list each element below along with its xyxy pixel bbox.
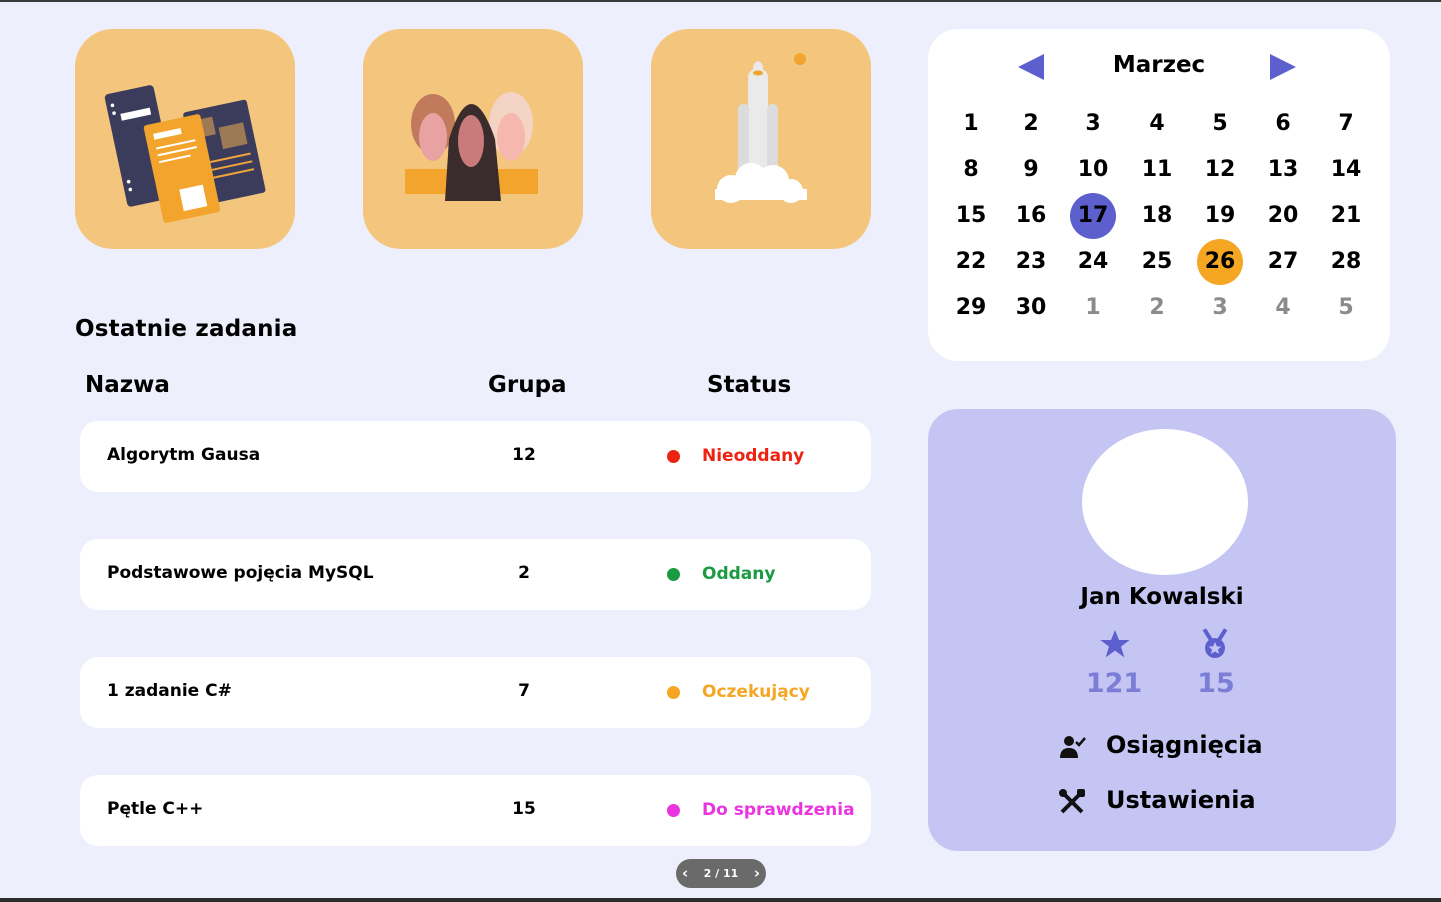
tools-icon bbox=[1059, 789, 1085, 814]
page-indicator: 2 / 11 bbox=[703, 867, 739, 880]
task-status: Nieoddany bbox=[702, 446, 805, 466]
task-group: 15 bbox=[512, 799, 536, 819]
calendar-day[interactable]: 6 bbox=[1260, 101, 1306, 147]
calendar-day[interactable]: 30 bbox=[1008, 285, 1054, 331]
user-name: Jan Kowalski bbox=[1080, 584, 1244, 610]
task-status: Do sprawdzenia bbox=[702, 800, 855, 820]
calendar-week: 15 16 17 18 19 20 21 bbox=[948, 193, 1380, 239]
calendar-day[interactable]: 2 bbox=[1008, 101, 1054, 147]
calendar-day[interactable]: 25 bbox=[1134, 239, 1180, 285]
calendar-day[interactable]: 4 bbox=[1260, 285, 1306, 331]
task-name: Pętle C++ bbox=[107, 799, 204, 819]
column-header-group: Grupa bbox=[488, 372, 567, 398]
calendar-day[interactable]: 17 bbox=[1070, 193, 1116, 239]
calendar-day[interactable]: 24 bbox=[1070, 239, 1116, 285]
calendar-day[interactable]: 3 bbox=[1197, 285, 1243, 331]
calendar-day[interactable]: 18 bbox=[1134, 193, 1180, 239]
star-icon bbox=[1100, 630, 1130, 658]
chevron-right-icon[interactable]: › bbox=[754, 864, 760, 882]
calendar-day[interactable]: 10 bbox=[1070, 147, 1116, 193]
calendar-day[interactable]: 28 bbox=[1323, 239, 1369, 285]
profile-card: Jan Kowalski 121 15 Osiągnięcia Ustawien… bbox=[928, 409, 1396, 851]
calendar-day[interactable]: 12 bbox=[1197, 147, 1243, 193]
task-row[interactable]: Pętle C++ 15 Do sprawdzenia bbox=[80, 775, 871, 846]
calendar-day[interactable]: 16 bbox=[1008, 193, 1054, 239]
page-navigator: ‹ 2 / 11 › bbox=[676, 859, 766, 888]
calendar-day[interactable]: 14 bbox=[1323, 147, 1369, 193]
calendar-day[interactable]: 1 bbox=[1070, 285, 1116, 331]
user-check-icon bbox=[1060, 736, 1086, 758]
calendar-week: 22 23 24 25 26 27 28 bbox=[948, 239, 1380, 285]
calendar-day[interactable]: 5 bbox=[1323, 285, 1369, 331]
documents-illustration-icon[interactable] bbox=[75, 29, 295, 249]
calendar-day[interactable]: 3 bbox=[1070, 101, 1116, 147]
status-dot bbox=[667, 450, 680, 463]
task-name: 1 zadanie C# bbox=[107, 681, 232, 701]
status-dot bbox=[667, 686, 680, 699]
task-group: 7 bbox=[518, 681, 530, 701]
calendar-day[interactable]: 8 bbox=[948, 147, 994, 193]
calendar-day[interactable]: 29 bbox=[948, 285, 994, 331]
calendar-day[interactable]: 22 bbox=[948, 239, 994, 285]
calendar-day[interactable]: 21 bbox=[1323, 193, 1369, 239]
settings-menu-label: Ustawienia bbox=[1106, 786, 1256, 814]
calendar-week: 1234567 bbox=[948, 101, 1380, 147]
calendar-day[interactable]: 7 bbox=[1323, 101, 1369, 147]
calendar-day[interactable]: 27 bbox=[1260, 239, 1306, 285]
calendar-day[interactable]: 20 bbox=[1260, 193, 1306, 239]
task-name: Algorytm Gausa bbox=[107, 445, 261, 465]
calendar-week: 29 30 1 2 3 4 5 bbox=[948, 285, 1380, 331]
status-dot bbox=[667, 804, 680, 817]
calendar-widget: Marzec 1 2 3 4 5 6 7 8 9 10 11 12 13 14 15 16 17 18 19 20 21… bbox=[928, 29, 1390, 361]
calendar-day[interactable]: 1 bbox=[948, 101, 994, 147]
avatar[interactable] bbox=[1082, 429, 1248, 575]
column-header-name: Nazwa bbox=[85, 372, 170, 398]
task-row[interactable]: Algorytm Gausa 12 Nieoddany bbox=[80, 421, 871, 492]
calendar-day[interactable]: 13 bbox=[1260, 147, 1306, 193]
calendar-day[interactable]: 26 bbox=[1197, 239, 1243, 285]
window-top-border bbox=[0, 0, 1441, 2]
calendar-day[interactable]: 9 bbox=[1008, 147, 1054, 193]
calendar-month: Marzec bbox=[1112, 52, 1206, 78]
next-month-icon[interactable] bbox=[1268, 53, 1298, 81]
calendar-day[interactable]: 23 bbox=[1008, 239, 1054, 285]
calendar-week: 8 9 10 11 12 13 14 bbox=[948, 147, 1380, 193]
task-row[interactable]: 1 zadanie C# 7 Oczekujący bbox=[80, 657, 871, 728]
task-name: Podstawowe pojęcia MySQL bbox=[107, 563, 374, 583]
stat-value-points: 121 bbox=[1085, 668, 1143, 699]
rocket-launch-illustration-icon[interactable] bbox=[651, 29, 871, 249]
calendar-day[interactable]: 11 bbox=[1134, 147, 1180, 193]
task-status: Oddany bbox=[702, 564, 776, 584]
calendar-day[interactable]: 4 bbox=[1134, 101, 1180, 147]
task-row[interactable]: Podstawowe pojęcia MySQL 2 Oddany bbox=[80, 539, 871, 610]
column-header-status: Status bbox=[707, 372, 792, 398]
calendar-day[interactable]: 19 bbox=[1197, 193, 1243, 239]
stat-value-medals: 15 bbox=[1197, 668, 1235, 699]
window-bottom-border bbox=[0, 898, 1441, 902]
calendar-day[interactable]: 15 bbox=[948, 193, 994, 239]
task-status: Oczekujący bbox=[702, 682, 810, 702]
task-group: 2 bbox=[518, 563, 530, 583]
calendar-day[interactable]: 5 bbox=[1197, 101, 1243, 147]
recent-tasks-title: Ostatnie zadania bbox=[75, 316, 298, 342]
calendar-grid: 1 2 3 4 5 6 7 8 9 10 11 12 13 14 15 16 17 18 19 20 21 22 23 24 2… bbox=[948, 101, 1380, 331]
medal-icon bbox=[1202, 628, 1228, 658]
task-group: 12 bbox=[512, 445, 536, 465]
status-dot bbox=[667, 568, 680, 581]
calendar-day[interactable]: 2 bbox=[1134, 285, 1180, 331]
achievements-menu-label: Osiągnięcia bbox=[1106, 731, 1263, 759]
women-group-illustration-icon[interactable] bbox=[363, 29, 583, 249]
